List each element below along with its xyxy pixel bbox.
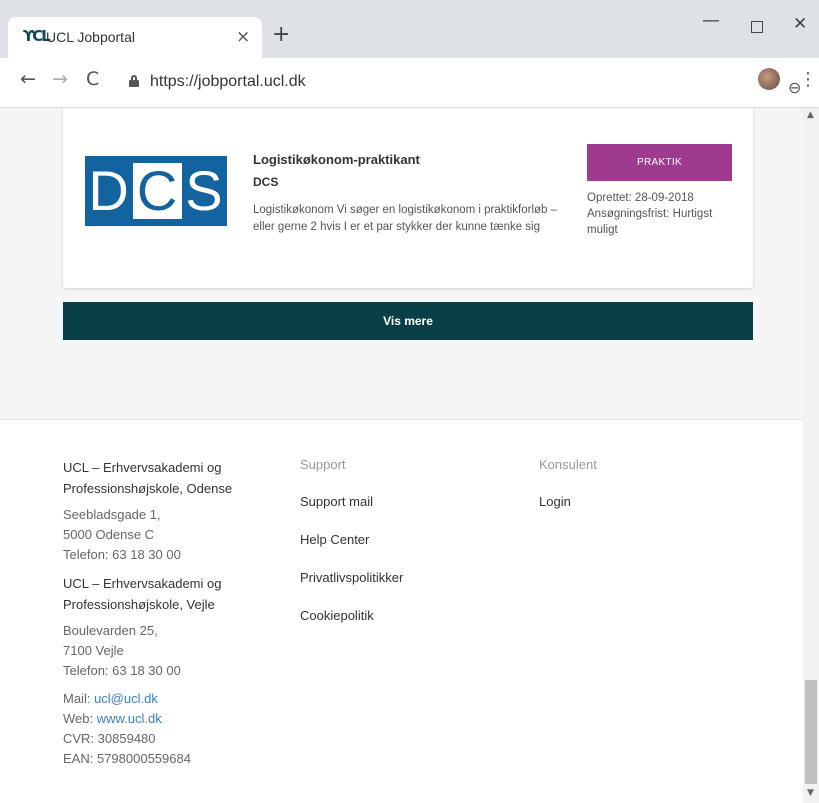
tab-close-icon[interactable]: × <box>236 27 250 47</box>
logo-letter: C <box>132 163 183 219</box>
url-text[interactable]: https://jobportal.ucl.dk <box>150 73 306 91</box>
phone-line: Telefon: 63 18 30 00 <box>63 663 181 678</box>
support-heading: Support <box>300 457 346 472</box>
reload-icon[interactable]: C <box>86 70 99 89</box>
web-link[interactable]: www.ucl.dk <box>97 711 162 726</box>
footer-support-column: Support Support mail Help Center Privatl… <box>300 457 500 645</box>
browser-menu-icon[interactable]: ⋮ <box>799 69 817 90</box>
ean-line: EAN: 5798000559684 <box>63 751 191 766</box>
scroll-down-arrow-icon[interactable]: ▼ <box>807 788 814 798</box>
job-deadline: Ansøgningsfrist: Hurtigst muligt <box>587 208 713 236</box>
privacy-policy-link[interactable]: Privatlivspolitikker <box>300 569 500 587</box>
mail-link[interactable]: ucl@ucl.dk <box>94 691 158 706</box>
address-odense: Seebladsgade 1, 5000 Odense C Telefon: 6… <box>63 505 263 565</box>
job-meta: Oprettet: 28-09-2018 Ansøgningsfrist: Hu… <box>587 190 735 238</box>
company-logo: D C S <box>85 156 227 226</box>
vis-mere-button[interactable]: Vis mere <box>63 302 753 340</box>
job-card[interactable]: D C S Logistikøkonom-praktikant DCS Logi… <box>63 108 753 288</box>
job-company: DCS <box>253 175 279 189</box>
help-center-link[interactable]: Help Center <box>300 531 500 549</box>
mail-line: Mail: ucl@ucl.dk <box>63 689 263 709</box>
close-window-icon[interactable]: ✕ <box>793 14 807 34</box>
school-name-vejle: UCL – Erhvervsakademi og Professionshøjs… <box>63 573 263 615</box>
support-mail-link[interactable]: Support mail <box>300 493 500 511</box>
job-type-badge: PRAKTIK <box>587 144 732 181</box>
school-name-line: Professionshøjskole, Vejle <box>63 597 215 612</box>
address-bar[interactable]: https://jobportal.ucl.dk ⊖ ☆ <box>118 65 801 99</box>
school-name-line: Professionshøjskole, Odense <box>63 481 233 496</box>
browser-tab-strip: ϒCL UCL Jobportal × + — ✕ <box>0 0 819 58</box>
address-line: Seebladsgade 1, <box>63 507 161 522</box>
konsulent-heading: Konsulent <box>539 457 597 472</box>
mail-label: Mail: <box>63 691 95 706</box>
minimize-window-icon[interactable]: — <box>702 10 720 31</box>
job-title[interactable]: Logistikøkonom-praktikant <box>253 152 420 167</box>
page-viewport: D C S Logistikøkonom-praktikant DCS Logi… <box>0 108 803 803</box>
scrollbar-thumb[interactable] <box>805 680 817 784</box>
scroll-up-arrow-icon[interactable]: ▲ <box>807 110 814 120</box>
page-footer: UCL – Erhvervsakademi og Professionshøjs… <box>0 419 803 803</box>
cookie-policy-link[interactable]: Cookiepolitik <box>300 607 500 625</box>
address-line: 5000 Odense C <box>63 527 155 542</box>
address-vejle: Boulevarden 25, 7100 Vejle Telefon: 63 1… <box>63 621 263 681</box>
school-name-line: UCL – Erhvervsakademi og <box>63 460 222 475</box>
school-name-odense: UCL – Erhvervsakademi og Professionshøjs… <box>63 457 263 499</box>
tab-title: UCL Jobportal <box>46 29 135 45</box>
browser-tab[interactable]: ϒCL UCL Jobportal × <box>8 17 262 58</box>
ucl-favicon-icon: ϒCL <box>23 27 51 45</box>
school-name-line: UCL – Erhvervsakademi og <box>63 576 222 591</box>
vertical-scrollbar[interactable]: ▲ ▼ <box>803 108 819 803</box>
web-label: Web: <box>63 711 97 726</box>
profile-avatar[interactable] <box>758 68 780 90</box>
lock-icon[interactable] <box>129 75 139 87</box>
maximize-window-icon[interactable] <box>751 21 763 33</box>
browser-toolbar: ← → C https://jobportal.ucl.dk ⊖ ☆ ⋮ <box>0 58 819 108</box>
job-created-date: Oprettet: 28-09-2018 <box>587 192 694 204</box>
address-line: Boulevarden 25, <box>63 623 158 638</box>
job-description: Logistikøkonom Vi søger en logistikøkono… <box>253 204 558 233</box>
address-line: 7100 Vejle <box>63 643 124 658</box>
footer-konsulent-column: Konsulent Login <box>539 457 739 531</box>
new-tab-icon[interactable]: + <box>272 24 290 46</box>
logo-letter: S <box>185 159 224 222</box>
back-arrow-icon[interactable]: ← <box>20 70 36 89</box>
login-link[interactable]: Login <box>539 493 739 511</box>
web-line: Web: www.ucl.dk <box>63 709 263 729</box>
logo-letter: D <box>88 159 130 222</box>
cvr-line: CVR: 30859480 <box>63 731 156 746</box>
footer-contact-column: UCL – Erhvervsakademi og Professionshøjs… <box>63 457 263 769</box>
forward-arrow-icon[interactable]: → <box>52 70 68 89</box>
phone-line: Telefon: 63 18 30 00 <box>63 547 181 562</box>
